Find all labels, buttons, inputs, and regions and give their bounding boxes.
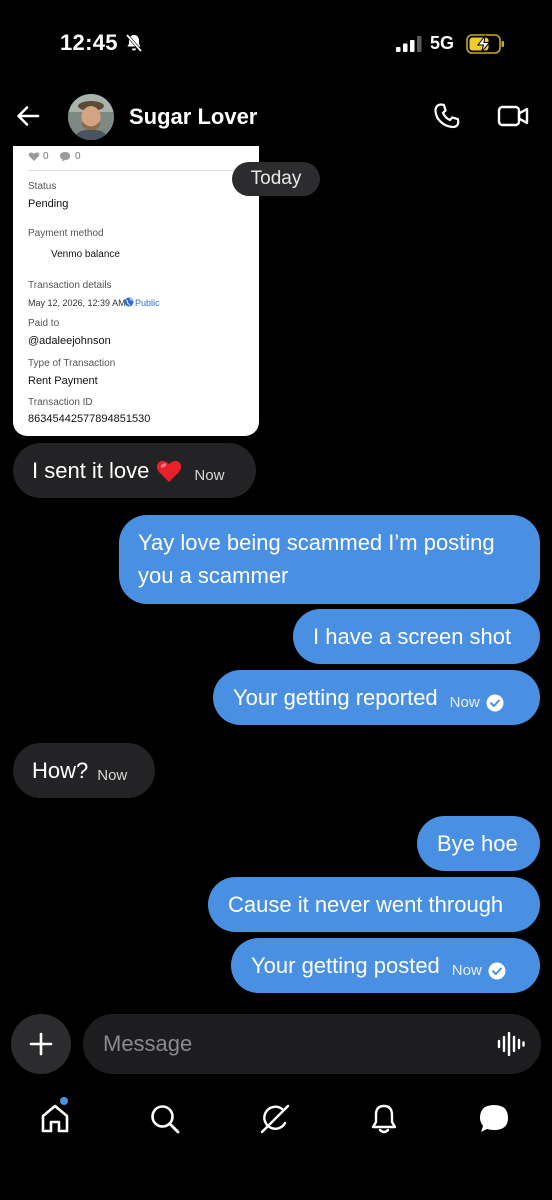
- voice-wave-icon[interactable]: [497, 1032, 525, 1056]
- message-composer: [83, 1014, 541, 1074]
- transaction-type-label: Type of Transaction: [28, 358, 116, 369]
- message-text: Bye hoe: [437, 830, 518, 856]
- back-arrow-icon[interactable]: [14, 102, 42, 130]
- red-heart-emoji-icon: [157, 460, 182, 482]
- message-text: Cause it never went through: [228, 891, 504, 917]
- message-bubble-outgoing[interactable]: I have a screen shot: [293, 609, 540, 664]
- message-bubble-outgoing[interactable]: Cause it never went through: [208, 877, 540, 932]
- video-icon[interactable]: [497, 102, 529, 130]
- message-bubble-incoming[interactable]: I sent it love Now: [13, 443, 256, 498]
- comments-count: 0: [75, 151, 81, 162]
- payment-method-value: Venmo balance: [51, 249, 120, 260]
- status-label: Status: [28, 181, 57, 192]
- divider: [28, 170, 259, 171]
- bell-icon[interactable]: [367, 1102, 401, 1136]
- message-text-line-1: Yay love being scammed I’m posting: [138, 530, 495, 555]
- read-receipt-icon: [486, 694, 504, 711]
- signal-icon: [396, 36, 422, 52]
- date-separator: Today: [232, 162, 320, 196]
- transaction-id-value: 86345442577894851530: [28, 413, 151, 425]
- visibility-public: Public: [135, 298, 160, 308]
- status-time: 12:45: [60, 30, 118, 55]
- status-value: Pending: [28, 198, 69, 210]
- read-receipt-icon: [488, 962, 506, 979]
- message-time: Now: [451, 962, 482, 979]
- message-input[interactable]: [103, 1014, 483, 1074]
- search-icon[interactable]: [148, 1102, 182, 1136]
- contact-name[interactable]: Sugar Lover: [129, 104, 257, 130]
- messages-icon[interactable]: [477, 1102, 511, 1136]
- transaction-details-label: Transaction details: [28, 280, 112, 291]
- notification-dot: [60, 1097, 68, 1105]
- bottom-tab-bar: [0, 1090, 552, 1150]
- message-bubble-outgoing[interactable]: Your getting reported Now: [213, 670, 540, 725]
- paid-to-value: @adaleejohnson: [28, 335, 111, 347]
- message-text: I sent it love: [32, 457, 150, 483]
- chat-header: Sugar Lover: [0, 90, 552, 146]
- message-text: How?: [32, 757, 89, 783]
- status-bar: 12:45 5G: [0, 0, 552, 90]
- heart-outline-icon: [28, 152, 40, 161]
- message-bubble-outgoing[interactable]: Your getting posted Now: [231, 938, 540, 993]
- transaction-id-label: Transaction ID: [28, 397, 93, 408]
- payment-method-label: Payment method: [28, 228, 104, 239]
- message-bubble-incoming[interactable]: How? Now: [13, 743, 155, 798]
- plus-icon: [29, 1032, 53, 1056]
- comment-icon: [60, 152, 70, 162]
- transaction-date: May 12, 2026, 12:39 AM ·: [28, 298, 132, 308]
- message-text: I have a screen shot: [313, 623, 512, 649]
- message-bubble-outgoing[interactable]: Bye hoe: [417, 816, 540, 871]
- message-text: Your getting posted: [251, 952, 440, 978]
- grok-icon[interactable]: [258, 1102, 292, 1136]
- paid-to-label: Paid to: [28, 318, 60, 329]
- phone-icon[interactable]: [432, 101, 462, 131]
- shared-screenshot[interactable]: 0 0 Status Pending Payment method Venmo …: [13, 146, 259, 436]
- likes-count: 0: [43, 151, 49, 162]
- battery-charging-icon: [466, 34, 504, 54]
- network-type: 5G: [430, 33, 455, 53]
- message-time: Now: [97, 767, 128, 784]
- home-icon[interactable]: [38, 1102, 72, 1136]
- add-attachment-button[interactable]: [11, 1014, 71, 1074]
- message-bubble-outgoing[interactable]: Yay love being scammed I’m posting you a…: [119, 515, 540, 604]
- message-text: Your getting reported: [233, 684, 438, 710]
- globe-icon: [124, 297, 134, 307]
- message-time: Now: [194, 467, 225, 484]
- message-text-line-2: you a scammer: [138, 563, 289, 588]
- avatar[interactable]: [68, 94, 114, 140]
- message-time: Now: [449, 694, 480, 711]
- transaction-type-value: Rent Payment: [28, 375, 98, 387]
- bell-off-icon: [125, 34, 143, 52]
